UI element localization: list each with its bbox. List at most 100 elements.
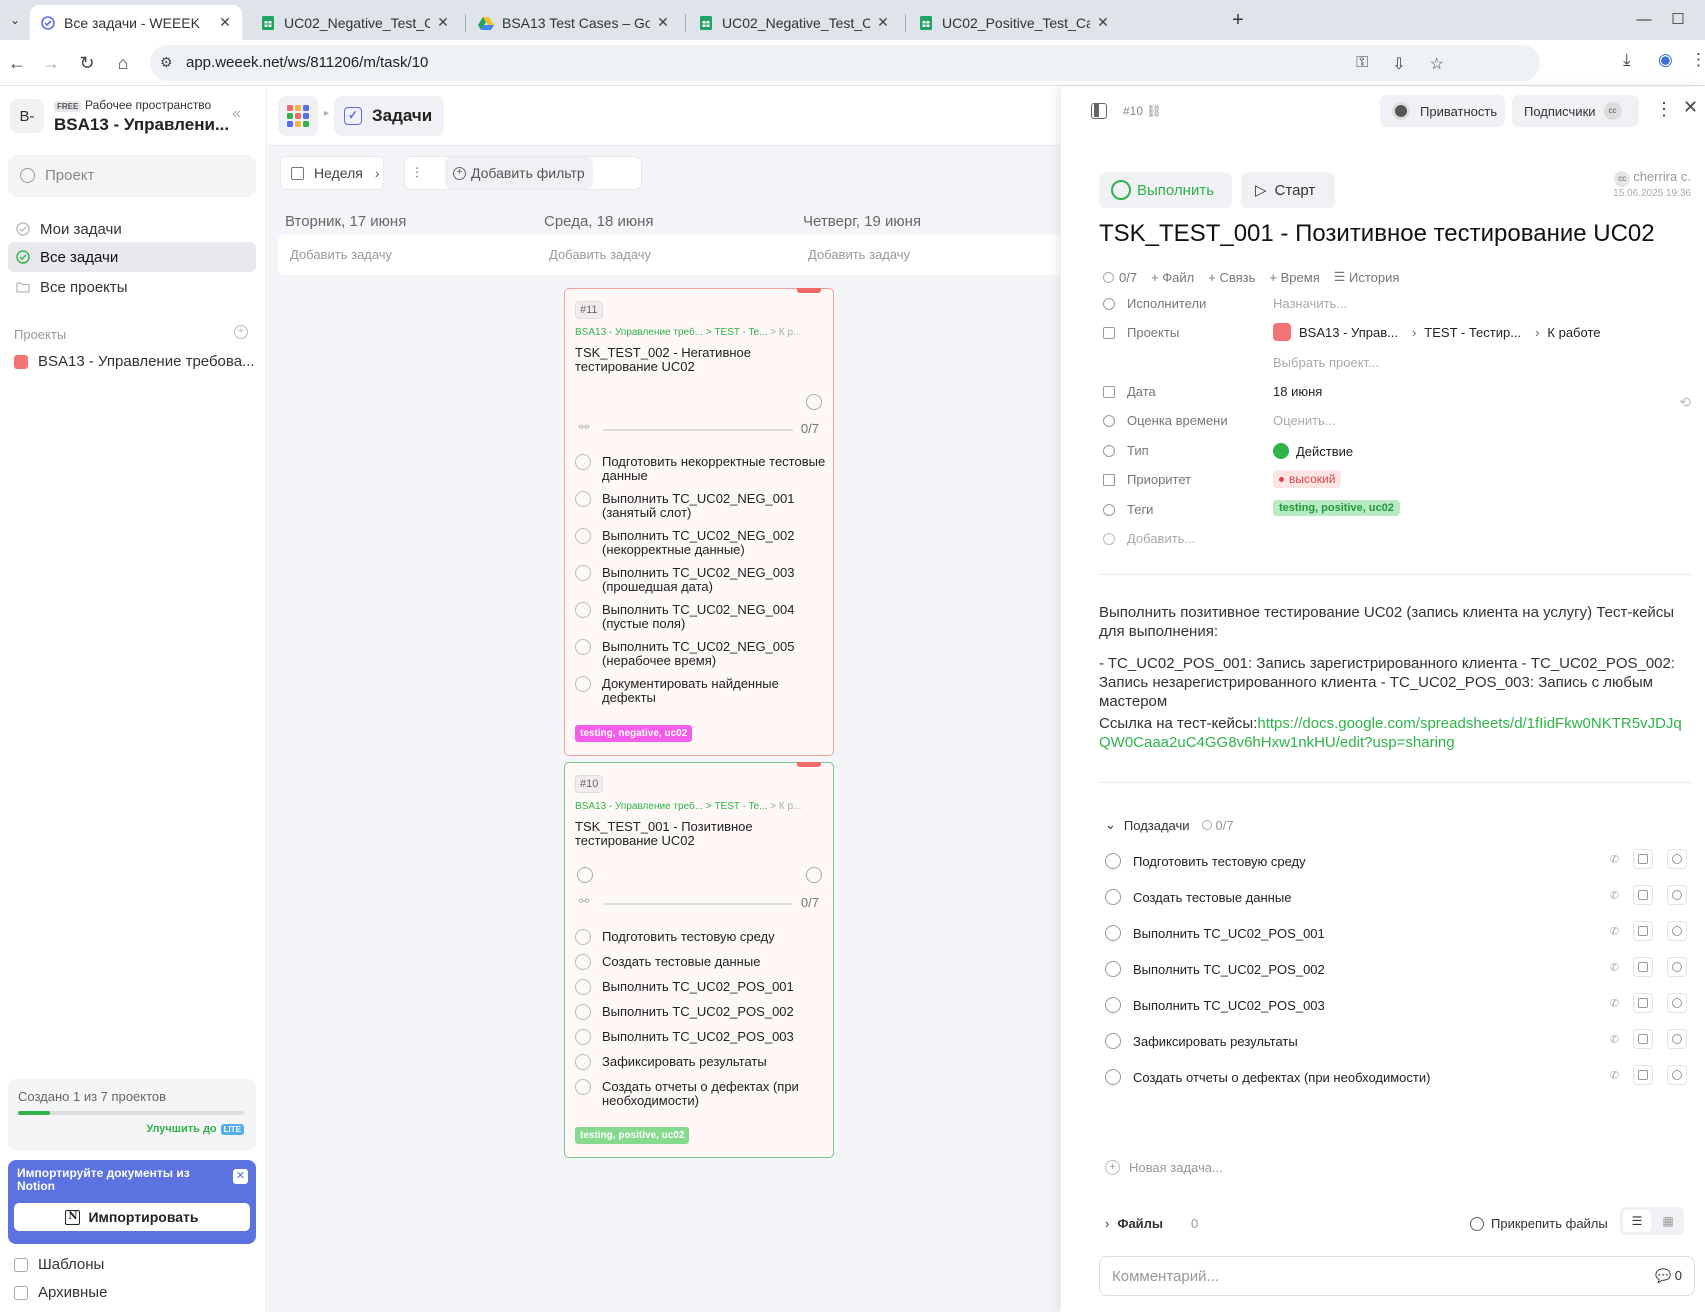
task-number-link[interactable]: #10 ⛓ xyxy=(1123,104,1162,118)
type-value[interactable]: Действие xyxy=(1273,443,1353,459)
assign-user-icon[interactable]: ✆ xyxy=(1610,889,1619,902)
complete-task-icon[interactable] xyxy=(806,867,822,883)
checkbox-icon[interactable] xyxy=(575,979,591,995)
apps-grid-icon[interactable] xyxy=(278,96,318,136)
assign-input[interactable]: Назначить... xyxy=(1273,296,1347,311)
checklist-item[interactable]: Выполнить TC_UC02_NEG_003 (прошедшая дат… xyxy=(575,565,830,594)
checklist-item[interactable]: Документировать найденные дефекты xyxy=(575,676,830,705)
checkbox-icon[interactable] xyxy=(1105,853,1121,869)
history-button[interactable]: ☰ История xyxy=(1334,269,1400,285)
files-section-header[interactable]: › Файлы 0 xyxy=(1105,1216,1198,1231)
date-value[interactable]: 18 июня xyxy=(1273,384,1322,399)
subtask-date-button[interactable] xyxy=(1633,993,1653,1013)
assign-user-icon[interactable]: ✆ xyxy=(1610,1069,1619,1082)
checklist-item[interactable]: Создать тестовые данные xyxy=(575,954,830,970)
add-link-button[interactable]: + Связь xyxy=(1208,269,1255,285)
new-tab-button[interactable]: + xyxy=(1227,8,1249,32)
choose-project-link[interactable]: Выбрать проект... xyxy=(1273,355,1379,370)
checklist-item[interactable]: Выполнить TC_UC02_NEG_002 (некорректные … xyxy=(575,528,830,557)
sidebar-item-all-tasks[interactable]: Все задачи xyxy=(8,242,256,272)
home-icon[interactable]: ⌂ xyxy=(108,48,138,78)
checkbox-icon[interactable] xyxy=(575,929,591,945)
add-task-input[interactable]: Добавить задачу xyxy=(278,235,546,275)
checkbox-icon[interactable] xyxy=(575,565,591,581)
checkbox-icon[interactable] xyxy=(1105,961,1121,977)
description-paragraph[interactable]: Ссылка на тест-кейсы:https://docs.google… xyxy=(1099,714,1689,752)
browser-tab-drive[interactable]: BSA13 Test Cases – Google ✕ xyxy=(468,5,680,40)
assign-user-icon[interactable]: ✆ xyxy=(1610,997,1619,1010)
collapse-sidebar-icon[interactable]: « xyxy=(232,105,241,123)
comment-input[interactable]: Комментарий... 💬 0 xyxy=(1099,1256,1695,1296)
checkbox-icon[interactable] xyxy=(575,602,591,618)
view-period-selector[interactable]: Неделя › xyxy=(280,156,384,190)
checkbox-icon[interactable] xyxy=(575,1054,591,1070)
checkbox-icon[interactable] xyxy=(575,454,591,470)
subtasks-header[interactable]: ⌄ Подзадачи 0/7 xyxy=(1105,817,1234,833)
add-time-button[interactable]: + Время xyxy=(1269,269,1319,285)
subtask-date-button[interactable] xyxy=(1633,849,1653,869)
checklist-item[interactable]: Зафиксировать результаты xyxy=(575,1054,830,1070)
upgrade-link[interactable]: Улучшить до LITE xyxy=(146,1123,244,1135)
browser-tab-sheets-3[interactable]: UC02_Positive_Test_Cases - ✕ xyxy=(908,5,1120,40)
estimate-input[interactable]: Оценить... xyxy=(1273,413,1336,428)
checkbox-icon[interactable] xyxy=(1105,925,1121,941)
profile-icon[interactable]: ◉ xyxy=(1658,50,1673,70)
add-task-input[interactable]: Добавить задачу xyxy=(796,235,1064,275)
assign-user-icon[interactable]: ✆ xyxy=(1610,961,1619,974)
checkbox-icon[interactable] xyxy=(575,954,591,970)
forward-icon[interactable]: → xyxy=(36,48,66,78)
checkbox-icon[interactable] xyxy=(1105,997,1121,1013)
subtask-row[interactable]: Зафиксировать результаты ✆ xyxy=(1105,1029,1695,1053)
description-paragraph[interactable]: - TC_UC02_POS_001: Запись зарегистрирова… xyxy=(1099,654,1689,711)
checklist-item[interactable]: Выполнить TC_UC02_NEG_001 (занятый слот) xyxy=(575,491,830,520)
checklist-item[interactable]: Выполнить TC_UC02_POS_002 xyxy=(575,1004,830,1020)
subtask-priority-button[interactable] xyxy=(1667,885,1687,905)
repeat-icon[interactable]: ⟲ xyxy=(1679,394,1691,411)
checkbox-icon[interactable] xyxy=(575,639,591,655)
checkbox-icon[interactable] xyxy=(1105,1033,1121,1049)
sidebar-item-my-tasks[interactable]: Мои задачи xyxy=(8,214,256,244)
start-timer-button[interactable]: ▷ Старт xyxy=(1241,172,1335,208)
password-key-icon[interactable]: ⚿ xyxy=(1356,54,1368,74)
back-icon[interactable]: ← xyxy=(2,48,32,78)
priority-badge[interactable]: высокий xyxy=(1273,470,1342,488)
complete-task-icon[interactable] xyxy=(806,394,822,410)
add-filter-button[interactable]: + Добавить фильтр xyxy=(445,157,593,189)
workspace-logo[interactable]: B- xyxy=(10,99,44,133)
import-button[interactable]: N Импортировать xyxy=(14,1203,250,1231)
assignee-icon[interactable] xyxy=(577,867,593,883)
checklist-item[interactable]: Подготовить тестовую среду xyxy=(575,929,830,945)
tags-value[interactable]: testing, positive, uc02 xyxy=(1273,500,1400,516)
tag-badge[interactable]: testing, positive, uc02 xyxy=(575,1127,690,1144)
assign-user-icon[interactable]: ✆ xyxy=(1610,853,1619,866)
add-task-input[interactable]: Добавить задачу xyxy=(537,235,805,275)
subscribers-button[interactable]: Подписчики cc xyxy=(1512,95,1639,127)
close-icon[interactable]: ✕ xyxy=(1683,97,1698,118)
project-search-input[interactable]: Проект xyxy=(8,155,256,197)
tab-close-icon[interactable]: ✕ xyxy=(876,14,890,31)
column-name[interactable]: К работе xyxy=(1547,325,1600,340)
address-bar[interactable]: ⚙ app.weeek.net/ws/811206/m/task/10 ⚿ ⇩ … xyxy=(150,45,1540,81)
subtask-priority-button[interactable] xyxy=(1667,1065,1687,1085)
subtask-row[interactable]: Выполнить TC_UC02_POS_002 ✆ xyxy=(1105,957,1695,981)
checkbox-icon[interactable] xyxy=(575,528,591,544)
add-file-button[interactable]: + Файл xyxy=(1151,269,1194,285)
close-icon[interactable]: ✕ xyxy=(233,1169,248,1184)
bookmark-star-icon[interactable]: ☆ xyxy=(1430,54,1444,74)
subtask-date-button[interactable] xyxy=(1633,957,1653,977)
checkbox-icon[interactable] xyxy=(575,491,591,507)
tab-search-dropdown-icon[interactable]: ⌄ xyxy=(4,8,26,32)
subtask-row[interactable]: Создать тестовые данные ✆ xyxy=(1105,885,1695,909)
priority-value[interactable]: высокий xyxy=(1273,470,1342,488)
site-info-icon[interactable]: ⚙ xyxy=(160,54,173,71)
install-app-icon[interactable]: ⇩ xyxy=(1392,54,1405,74)
subtask-row[interactable]: Выполнить TC_UC02_POS_001 ✆ xyxy=(1105,921,1695,945)
new-subtask-button[interactable]: + Новая задача... xyxy=(1105,1160,1223,1175)
privacy-button[interactable]: Приватность xyxy=(1380,95,1505,127)
tag-badge[interactable]: testing, negative, uc02 xyxy=(575,725,693,742)
subtask-priority-button[interactable] xyxy=(1667,1029,1687,1049)
minimize-icon[interactable]: — xyxy=(1632,8,1656,32)
sidebar-toggle-icon[interactable] xyxy=(1091,103,1107,119)
add-project-icon[interactable]: + xyxy=(234,325,248,339)
task-card[interactable]: #10 BSA13 - Управление треб... > TEST - … xyxy=(564,762,834,1158)
